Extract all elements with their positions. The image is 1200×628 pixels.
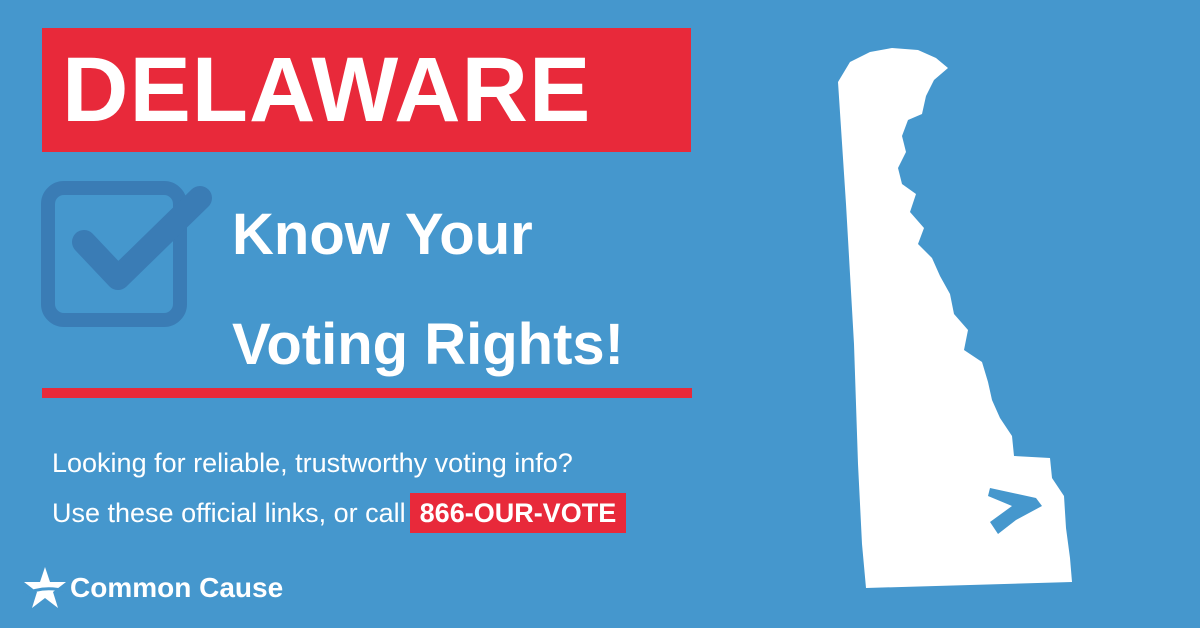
state-name: DELAWARE bbox=[62, 39, 592, 141]
checkbox-icon bbox=[41, 181, 212, 327]
info-text: Looking for reliable, trustworthy voting… bbox=[52, 438, 627, 538]
graphic-canvas: DELAWARE Know Your Voting Rights! Lookin… bbox=[0, 0, 1200, 628]
common-cause-logo[interactable]: Common Cause bbox=[22, 565, 283, 611]
state-banner: DELAWARE bbox=[42, 28, 691, 152]
headline: Know Your Voting Rights! bbox=[232, 180, 624, 400]
phone-number-badge[interactable]: 866-OUR-VOTE bbox=[409, 493, 627, 533]
headline-line-1: Know Your bbox=[232, 202, 533, 267]
info-line-1: Looking for reliable, trustworthy voting… bbox=[52, 448, 573, 478]
headline-line-2: Voting Rights! bbox=[232, 312, 624, 378]
delaware-map bbox=[838, 48, 1072, 588]
divider bbox=[42, 388, 692, 398]
info-line-2: Use these official links, or call bbox=[52, 498, 406, 528]
logo-text: Common Cause bbox=[70, 572, 284, 603]
star-icon bbox=[23, 567, 67, 608]
